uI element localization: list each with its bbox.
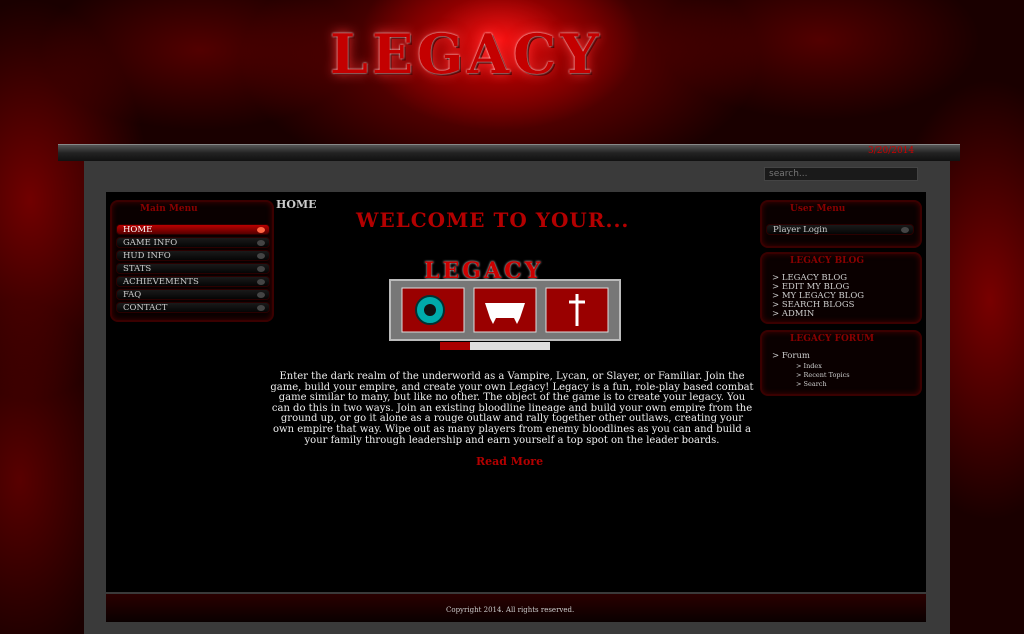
login-label: Player Login bbox=[773, 225, 828, 235]
link-label: Forum bbox=[781, 351, 810, 361]
bullet-icon bbox=[257, 240, 265, 246]
intro-text: Enter the dark realm of the underworld a… bbox=[270, 371, 754, 446]
player-login-button[interactable]: Player Login bbox=[766, 224, 914, 235]
bullet-icon bbox=[901, 227, 909, 233]
menu-item-contact[interactable]: CONTACT bbox=[116, 302, 270, 313]
forum-link-index[interactable]: > Index bbox=[796, 362, 822, 370]
user-menu-panel: User Menu Player Login bbox=[760, 200, 922, 248]
menu-item-faq[interactable]: FAQ bbox=[116, 289, 270, 300]
main-menu-panel: Main Menu HOME GAME INFO HUD INFO STATS … bbox=[110, 200, 274, 322]
user-menu-title: User Menu bbox=[790, 204, 846, 214]
forum-link-search[interactable]: > Search bbox=[796, 380, 827, 388]
menu-item-label: STATS bbox=[123, 264, 152, 274]
bullet-icon bbox=[257, 305, 265, 311]
menu-item-label: FAQ bbox=[123, 290, 142, 300]
page-heading: HOME bbox=[276, 198, 317, 211]
menu-item-hud-info[interactable]: HUD INFO bbox=[116, 250, 270, 261]
forum-title: LEGACY FORUM bbox=[790, 334, 875, 344]
link-label: Recent Topics bbox=[803, 371, 850, 379]
bullet-icon bbox=[257, 279, 265, 285]
link-label: Index bbox=[803, 362, 822, 370]
search-input[interactable] bbox=[764, 167, 918, 181]
bullet-icon bbox=[257, 266, 265, 272]
copyright: Copyright 2014. All rights reserved. bbox=[446, 606, 575, 614]
menu-item-label: HUD INFO bbox=[123, 251, 171, 261]
forum-link[interactable]: > Forum bbox=[772, 352, 810, 361]
blog-link-admin[interactable]: > ADMIN bbox=[772, 310, 814, 319]
forum-panel: LEGACY FORUM > Forum > Index > Recent To… bbox=[760, 330, 922, 396]
date-display: 3/20/2014 bbox=[868, 146, 915, 156]
menu-item-label: ACHIEVEMENTS bbox=[123, 277, 199, 287]
emblem-title: LEGACY bbox=[424, 258, 544, 284]
site-logo[interactable]: LEGACY bbox=[330, 22, 700, 92]
forum-link-recent-topics[interactable]: > Recent Topics bbox=[796, 371, 850, 379]
menu-item-game-info[interactable]: GAME INFO bbox=[116, 237, 270, 248]
bullet-icon bbox=[257, 253, 265, 259]
read-more-link[interactable]: Read More bbox=[476, 455, 543, 468]
menu-item-stats[interactable]: STATS bbox=[116, 263, 270, 274]
frame-top-bar bbox=[58, 144, 960, 161]
legacy-emblem: LEGACY bbox=[380, 258, 630, 353]
menu-item-achievements[interactable]: ACHIEVEMENTS bbox=[116, 276, 270, 287]
link-label: Search bbox=[803, 380, 827, 388]
bullet-icon bbox=[257, 292, 265, 298]
blog-title: LEGACY BLOG bbox=[790, 256, 865, 266]
main-menu-title: Main Menu bbox=[140, 204, 198, 214]
link-label: ADMIN bbox=[781, 309, 815, 319]
welcome-title: WELCOME TO YOUR... bbox=[356, 208, 630, 232]
menu-item-label: GAME INFO bbox=[123, 238, 178, 248]
menu-item-label: HOME bbox=[123, 225, 153, 235]
bullet-icon bbox=[257, 227, 265, 233]
blog-panel: LEGACY BLOG > LEGACY BLOG > EDIT MY BLOG… bbox=[760, 252, 922, 324]
menu-item-home[interactable]: HOME bbox=[116, 224, 270, 235]
menu-item-label: CONTACT bbox=[123, 303, 168, 313]
